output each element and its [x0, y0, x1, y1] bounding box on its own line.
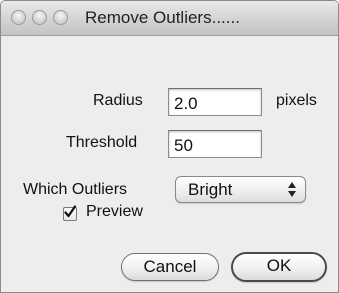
zoom-window-button[interactable]	[53, 10, 68, 25]
window-title: Remove Outliers......	[85, 8, 240, 27]
cancel-button[interactable]: Cancel	[121, 253, 219, 281]
preview-label: Preview	[86, 203, 143, 220]
threshold-input[interactable]	[168, 130, 262, 158]
radius-unit-label: pixels	[276, 92, 317, 109]
close-window-button[interactable]	[11, 10, 26, 25]
dialog-window: Remove Outliers...... Radius pixels Thre…	[0, 0, 339, 293]
minimize-window-button[interactable]	[32, 10, 47, 25]
which-outliers-selected-value: Bright	[188, 180, 233, 199]
title-bar: Remove Outliers......	[1, 1, 338, 36]
radius-input[interactable]	[168, 88, 262, 116]
checkmark-icon	[64, 205, 77, 218]
radius-label: Radius	[93, 92, 143, 109]
up-down-arrows-icon	[288, 182, 296, 197]
which-outliers-select[interactable]: Bright	[175, 176, 306, 203]
which-outliers-label: Which Outliers	[23, 181, 128, 198]
preview-checkbox[interactable]	[63, 205, 77, 221]
ok-button[interactable]: OK	[231, 252, 327, 282]
threshold-label: Threshold	[66, 134, 138, 151]
